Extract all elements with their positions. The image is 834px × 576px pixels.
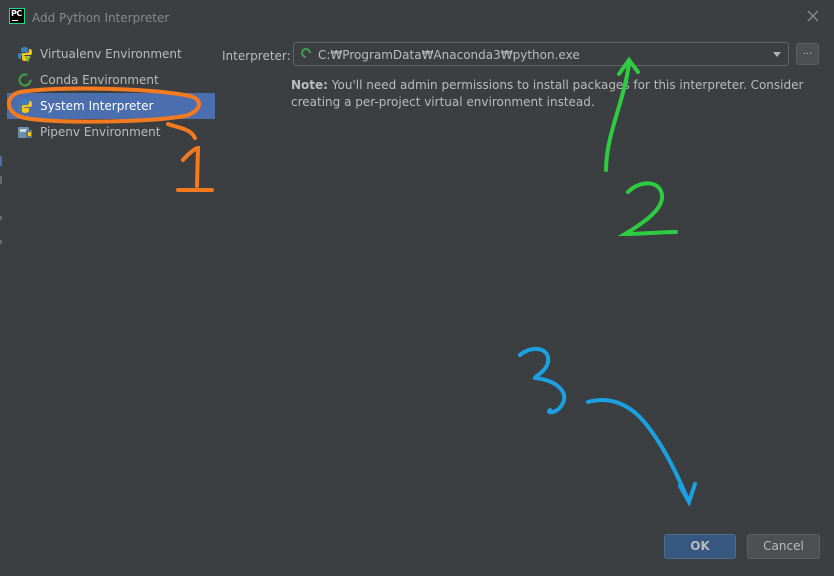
sidebar-item-conda[interactable]: Conda Environment xyxy=(7,67,215,93)
conda-icon xyxy=(298,45,314,61)
note-text: You'll need admin permissions to install… xyxy=(291,78,804,109)
sidebar-item-virtualenv[interactable]: Virtualenv Environment xyxy=(7,41,215,67)
interpreter-dropdown[interactable]: C:₩ProgramData₩Anaconda3₩python.exe xyxy=(293,42,789,66)
browse-button[interactable]: ... xyxy=(796,43,819,65)
sidebar-item-label: Pipenv Environment xyxy=(40,125,161,139)
window-title: Add Python Interpreter xyxy=(32,11,170,25)
note-bold-label: Note: xyxy=(291,78,328,92)
app-icon-text: PC xyxy=(11,9,22,18)
python-icon xyxy=(17,98,33,114)
admin-note: Note: You'll need admin permissions to i… xyxy=(291,77,821,111)
interpreter-path: C:₩ProgramData₩Anaconda3₩python.exe xyxy=(318,48,580,62)
cancel-button[interactable]: Cancel xyxy=(747,534,820,559)
sidebar-item-label: Virtualenv Environment xyxy=(40,47,182,61)
left-edge xyxy=(0,36,3,573)
sidebar-item-label: System Interpreter xyxy=(40,99,154,113)
environment-type-list: Virtualenv Environment Conda Environment… xyxy=(7,41,215,573)
close-icon[interactable] xyxy=(806,9,820,23)
interpreter-label: Interpreter: xyxy=(222,49,291,63)
sidebar-item-label: Conda Environment xyxy=(40,73,159,87)
sidebar-item-system-interpreter[interactable]: System Interpreter xyxy=(7,93,215,119)
interpreter-settings-panel: Interpreter: C:₩ProgramData₩Anaconda3₩py… xyxy=(215,41,834,531)
python-virtualenv-icon xyxy=(17,46,33,64)
conda-icon xyxy=(17,72,33,88)
chevron-down-icon[interactable] xyxy=(773,52,781,57)
ok-button[interactable]: OK xyxy=(664,534,736,559)
title-bar: PC Add Python Interpreter xyxy=(0,0,834,36)
sidebar-item-pipenv[interactable]: Pipenv Environment xyxy=(7,119,215,145)
pipenv-icon xyxy=(17,124,33,140)
pycharm-logo-icon: PC xyxy=(9,8,25,24)
